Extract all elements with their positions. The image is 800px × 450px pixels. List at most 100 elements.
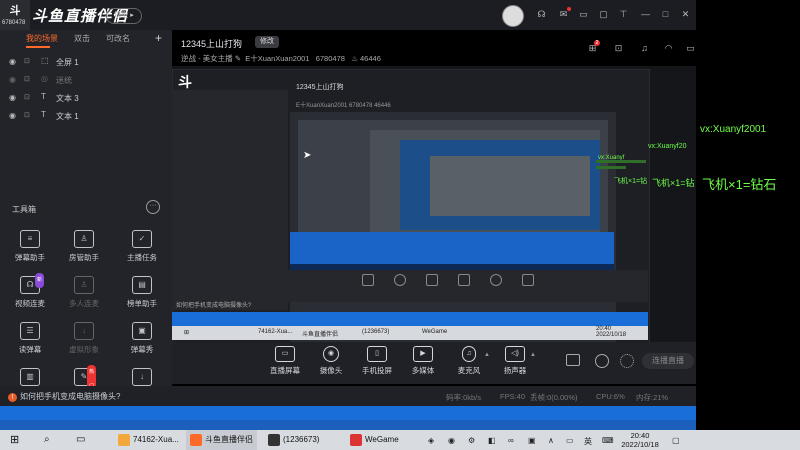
shirt-icon[interactable]: ⊤ (618, 9, 629, 20)
notification-icon[interactable]: ▢ (672, 436, 680, 445)
up-arrow-icon[interactable]: ∧ (548, 436, 554, 445)
mode-button[interactable]: 模型 ▸ (106, 8, 142, 24)
gift-overlay-echo-2: 飞机×1=钻 (614, 178, 648, 185)
tool-extra-1[interactable]: ▥ (2, 368, 58, 386)
media-button[interactable]: ▶ 多媒体 (400, 346, 446, 376)
edit-button[interactable]: 修改 (255, 36, 279, 48)
tool-label: 多人连麦 (69, 299, 99, 308)
tool-label: 弹幕助手 (15, 253, 45, 262)
tab-my-scene[interactable]: 我的场景 (26, 33, 58, 44)
nested-windows-icon: ⊞ (184, 330, 190, 336)
microphone-icon: ♫ (462, 346, 476, 362)
tool-danmu-show[interactable]: ▣ 弹幕秀 (114, 322, 170, 364)
source-row[interactable]: ◉ ⊡ T 文本 3 (0, 90, 172, 107)
windows-start-icon[interactable]: ⊞ (10, 430, 19, 450)
headset-icon[interactable]: ☊ (536, 9, 547, 20)
tool-ranking[interactable]: ▤ 榜单助手 (114, 276, 170, 318)
minimize-icon[interactable]: — (640, 9, 651, 20)
record-icon[interactable] (566, 354, 580, 366)
tray-icon-2[interactable]: ◉ (448, 436, 455, 445)
phone-camera-tip[interactable]: ! 如何把手机变成电脑摄像头? (8, 391, 120, 402)
bell-icon[interactable]: ♫ (638, 43, 651, 54)
nested-left-panel (172, 90, 288, 310)
danmu-icon: ≡ (20, 230, 40, 248)
room-category[interactable]: 逆战 - 美女主播 (181, 54, 233, 63)
add-scene-button[interactable]: + (155, 31, 162, 45)
tool-avatar[interactable]: ↓ 虚拟形象 (56, 322, 112, 364)
window-icon[interactable]: ▭ (684, 43, 697, 54)
tool-room-manager[interactable]: ♙ 房管助手 (56, 230, 112, 272)
tray-icon-3[interactable]: ⚙ (468, 436, 475, 445)
lock-icon[interactable]: ⊡ (24, 75, 30, 83)
nested-taskbar: ⊞ 74162-Xua... 斗鱼直播伴侣 (1236673) WeGame (172, 326, 648, 340)
tv-icon[interactable]: ▭ (578, 9, 589, 20)
tray-icon-6[interactable]: ▣ (528, 436, 536, 445)
tray-icon-5[interactable]: ∞ (508, 436, 514, 445)
nested-clock: 20:40 2022/10/18 (596, 326, 626, 338)
taskbar-app-3[interactable]: (1236673) (268, 430, 319, 450)
dome-icon[interactable]: ◠ (662, 43, 675, 54)
avatar[interactable] (502, 5, 524, 27)
settings-icon[interactable] (620, 354, 634, 368)
pencil-icon[interactable]: ✎ (235, 54, 241, 63)
source-row[interactable]: ◉ ⊡ T 文本 1 (0, 108, 172, 125)
mic-dropdown-icon[interactable]: ▲ (484, 352, 490, 358)
tool-read-danmu[interactable]: ☰ 读弹幕 (2, 322, 58, 364)
tool-host-task[interactable]: ✓ 主播任务 (114, 230, 170, 272)
tray-icon-4[interactable]: ◧ (488, 436, 496, 445)
text-source-icon: T (41, 110, 46, 119)
tray-icon-1[interactable]: ◈ (428, 436, 434, 445)
toolbox-more-button[interactable]: ··· (146, 200, 160, 214)
bitrate-stat: 码率:0kb/s (446, 393, 482, 402)
source-row[interactable]: ◉ ⊡ ◎ 迷统 (0, 72, 172, 89)
eye-off-icon[interactable]: ◉ (9, 75, 16, 84)
grid-icon: ▥ (20, 368, 40, 386)
tab-double-click[interactable]: 双击 (74, 33, 90, 44)
room-meta: 逆战 - 美女主播 ✎ E十XuanXuan2001 6780478 ♨ 464… (181, 53, 381, 64)
search-icon[interactable]: ⌕ (44, 430, 50, 450)
eye-icon[interactable]: ◉ (9, 111, 16, 120)
file-explorer-icon[interactable]: ▭ (76, 430, 85, 450)
green-strip (596, 160, 646, 163)
paint-icon: ✎热门 (74, 365, 97, 395)
taskbar-app-1[interactable]: 74162-Xua... (118, 430, 179, 450)
tab-rename[interactable]: 可改名 (106, 33, 130, 44)
network-icon[interactable]: ▭ (566, 436, 574, 445)
lock-icon[interactable]: ⊡ (24, 111, 30, 119)
mail-icon[interactable]: ✉ (558, 7, 571, 20)
taskbar-app-2[interactable]: 斗鱼直播伴侣 (186, 430, 257, 450)
room-id: 6780478 (315, 54, 345, 63)
tool-multi-link[interactable]: ♙ 多人连麦 (56, 276, 112, 318)
tool-extra-2[interactable]: ✎热门 (56, 365, 112, 395)
microphone-button[interactable]: ♫ 麦克风 (446, 346, 492, 376)
tool-video-link[interactable]: ☊ 新 视频连麦 (2, 273, 58, 318)
close-icon[interactable]: ✕ (680, 9, 691, 20)
control-label: 直播屏幕 (270, 366, 300, 375)
source-row[interactable]: ◉ ⊡ ⬚ 全屏 1 (0, 54, 172, 71)
screen-capture-button[interactable]: ▭ 直播屏幕 (262, 346, 308, 376)
memory-stat: 内存:21% (636, 393, 669, 402)
screen-icon[interactable]: ▢ (598, 9, 609, 20)
clock[interactable]: 20:40 2022/10/18 (620, 431, 660, 449)
clock-date: 2022/10/18 (621, 440, 659, 449)
start-live-button[interactable]: 连播直播 (642, 353, 694, 369)
camera-button[interactable]: ◉ 摄像头 (308, 346, 354, 376)
lock-icon[interactable]: ⊡ (24, 93, 30, 101)
eye-icon[interactable]: ◉ (9, 57, 16, 66)
speaker-button[interactable]: ◁) 扬声器 (492, 346, 538, 376)
tool-danmu-assistant[interactable]: ≡ 弹幕助手 (2, 230, 58, 272)
phone-cast-button[interactable]: ▯ 手机投屏 (354, 346, 400, 376)
keyboard-icon[interactable]: ⌨ (602, 436, 614, 445)
maximize-icon[interactable]: □ (660, 9, 671, 20)
douyu-app-icon (190, 433, 202, 446)
text-source-icon: T (41, 92, 46, 101)
taskbar-app-4[interactable]: WeGame (350, 430, 399, 450)
lock-icon[interactable]: ⊡ (612, 43, 625, 54)
tool-label: 主播任务 (127, 253, 157, 262)
ime-indicator[interactable]: 英 (584, 436, 592, 447)
tool-extra-3[interactable]: ↓ (114, 368, 170, 386)
eye-icon[interactable] (595, 354, 609, 368)
lock-icon[interactable]: ⊡ (24, 57, 30, 65)
eye-icon[interactable]: ◉ (9, 93, 16, 102)
speaker-dropdown-icon[interactable]: ▲ (530, 352, 536, 358)
